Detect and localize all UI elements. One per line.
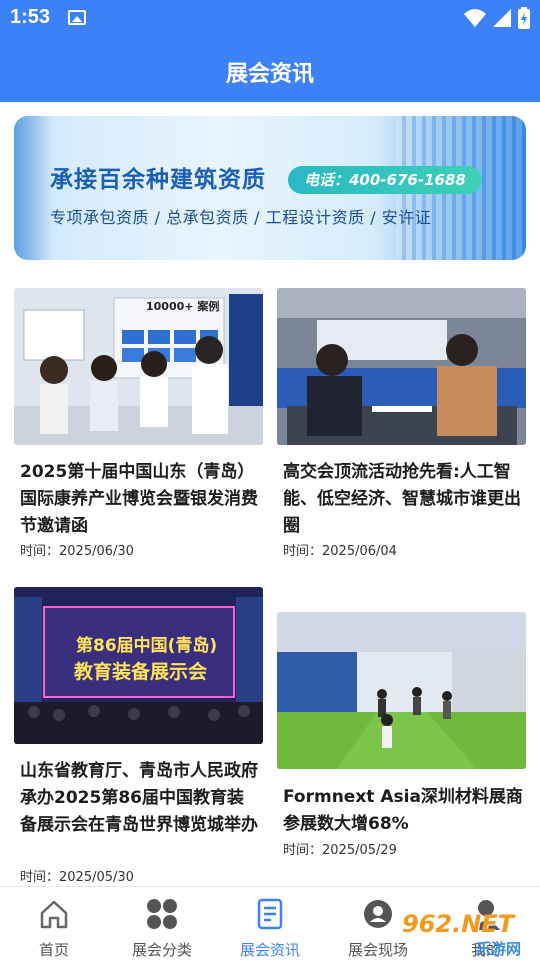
status-icons: [464, 7, 530, 29]
article-card-4[interactable]: Formnext Asia深圳材料展商参展数大增68% 时间：2025/05/2…: [277, 612, 526, 862]
camera-icon: [364, 900, 392, 928]
page-title: 展会资讯: [225, 62, 314, 87]
image-sign-text: 10000+ 案例: [146, 300, 220, 313]
app-bar: 展会资讯: [0, 36, 540, 102]
nav-label: 展会资讯: [239, 941, 300, 959]
nav-item-news[interactable]: 展会资讯: [216, 887, 324, 960]
banner-decoration-left: [14, 116, 54, 260]
watermark-logo-text: 962.NET: [402, 910, 515, 938]
article-date: 时间：2025/05/30: [20, 870, 134, 885]
expo-booth-illustration: [14, 288, 263, 445]
nav-label: 展会分类: [131, 941, 192, 959]
nav-item-home[interactable]: 首页: [0, 887, 108, 960]
article-title: 高交会顶流活动抢先看:人工智能、低空经济、智慧城市谁更出圈: [283, 462, 521, 536]
article-date: 时间：2025/05/29: [283, 843, 397, 858]
article-card-2[interactable]: 高交会顶流活动抢先看:人工智能、低空经济、智慧城市谁更出圈 时间：2025/06…: [277, 288, 526, 568]
article-image-exhibition-hall: [277, 612, 526, 769]
signal-icon: [493, 9, 511, 27]
article-image-meeting: [277, 288, 526, 445]
article-card-1[interactable]: 10000+ 案例 2025第十届中国山东（青岛）国际康养产业博览会暨银发消费节…: [14, 288, 263, 568]
meeting-illustration: [277, 288, 526, 445]
wifi-icon: [464, 9, 486, 27]
home-icon: [40, 900, 68, 929]
article-image-education-expo: 第86届中国(青岛) 教育装备展示会: [14, 587, 263, 744]
document-icon: [257, 898, 283, 930]
exhibition-hall-illustration: [277, 612, 526, 769]
article-date: 时间：2025/06/30: [20, 544, 134, 559]
banner-headline: 承接百余种建筑资质: [50, 167, 266, 193]
grid-icon: [147, 899, 177, 929]
gallery-notification-icon: [68, 10, 86, 25]
status-bar: 1:53: [0, 0, 540, 36]
nav-label: 首页: [38, 941, 69, 959]
article-image-expo-booth: 10000+ 案例: [14, 288, 263, 445]
site-watermark: 962.NET 乐游网: [400, 910, 536, 958]
article-date: 时间：2025/06/04: [283, 544, 397, 559]
status-time: 1:53: [10, 6, 51, 28]
promo-banner[interactable]: 承接百余种建筑资质 电话：400-676-1688 专项承包资质 / 总承包资质…: [14, 116, 526, 260]
battery-icon: [518, 7, 530, 29]
article-title: Formnext Asia深圳材料展商参展数大增68%: [283, 787, 523, 834]
banner-phone: 电话：400-676-1688: [288, 166, 482, 194]
article-title: 山东省教育厅、青岛市人民政府承办2025第86届中国教育装备展示会在青岛世界博览…: [20, 761, 258, 835]
nav-item-categories[interactable]: 展会分类: [108, 887, 216, 960]
article-title: 2025第十届中国山东（青岛）国际康养产业博览会暨银发消费节邀请函: [20, 462, 258, 536]
article-card-3[interactable]: 第86届中国(青岛) 教育装备展示会 山东省教育厅、青岛市人民政府承办2025第…: [14, 587, 263, 887]
banner-subline: 专项承包资质 / 总承包资质 / 工程设计资质 / 安许证: [50, 208, 432, 227]
image-sign-line1: 第86届中国(青岛): [76, 636, 218, 656]
watermark-sub-text: 乐游网: [476, 940, 522, 958]
image-sign-line2: 教育装备展示会: [74, 661, 208, 683]
